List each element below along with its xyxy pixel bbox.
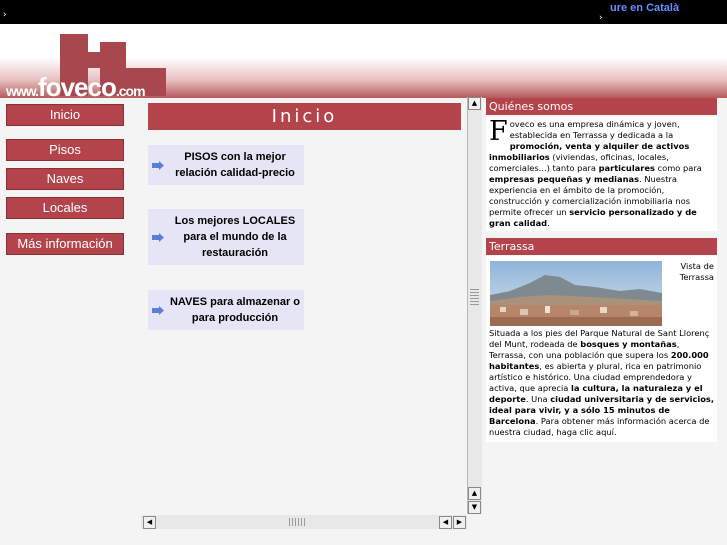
nav-naves-button[interactable]: Naves [6, 168, 124, 190]
site-header: www.foveco.com [0, 24, 727, 100]
scroll-grip-icon[interactable] [470, 289, 479, 305]
chevron-right-icon: › [3, 10, 7, 20]
quienes-somos-heading: Quiénes somos [486, 98, 717, 115]
vertical-scrollbar[interactable]: ▲ ▲ ▼ [467, 97, 482, 514]
scroll-down-button[interactable]: ▼ [468, 501, 481, 514]
terrassa-heading: Terrassa [486, 238, 717, 255]
nav-pisos-button[interactable]: Pisos [6, 139, 124, 161]
arrow-icon [152, 233, 164, 242]
nav-inicio-button[interactable]: Inicio [6, 104, 124, 126]
nav-mas-informacion-button[interactable]: Más información [6, 233, 124, 255]
chevron-right-icon: › [599, 13, 603, 23]
quienes-somos-text: Foveco es una empresa dinámica y joven, … [486, 117, 717, 231]
top-bar: › › ure en Català [0, 0, 727, 24]
arrow-icon [152, 161, 164, 170]
promo-text: NAVES para almazenar o para producción [169, 296, 300, 324]
promo-text: PISOS con la mejor relación calidad-prec… [175, 151, 295, 179]
language-ticker-link[interactable]: ure en Català [610, 2, 679, 14]
promo-text: Los mejores LOCALES para el mundo de la … [174, 215, 296, 259]
promo-naves[interactable]: NAVES para almazenar o para producción [148, 290, 304, 330]
nav-locales-button[interactable]: Locales [6, 197, 124, 219]
promo-pisos[interactable]: PISOS con la mejor relación calidad-prec… [148, 145, 304, 185]
terrassa-text: Situada a los pies del Parque Natural de… [489, 328, 715, 437]
scroll-grip-icon[interactable] [289, 518, 305, 526]
scroll-left-button[interactable]: ◀ [439, 516, 452, 529]
logo-graphic [88, 52, 100, 68]
arrow-icon [152, 306, 164, 315]
scroll-right-button[interactable]: ▶ [453, 516, 466, 529]
terrassa-photo [490, 261, 662, 326]
photo-caption: Vista de Terrassa [679, 261, 714, 282]
promo-locales[interactable]: Los mejores LOCALES para el mundo de la … [148, 209, 304, 265]
scroll-up-button[interactable]: ▲ [468, 487, 481, 500]
scroll-up-button[interactable]: ▲ [468, 97, 481, 110]
scroll-left-button[interactable]: ◀ [143, 516, 156, 529]
site-logo[interactable]: www.foveco.com [6, 74, 146, 104]
page-title: Inicio [148, 103, 461, 130]
horizontal-scrollbar[interactable]: ◀ ◀ ▶ [141, 515, 467, 529]
drop-cap: F [489, 116, 508, 147]
